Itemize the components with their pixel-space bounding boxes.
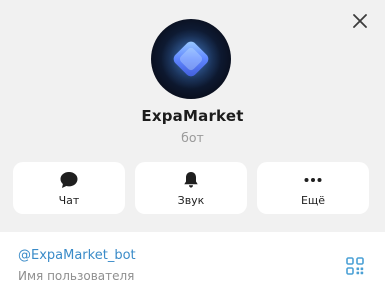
- qr-code-icon: [346, 257, 364, 275]
- bell-icon: [184, 172, 198, 188]
- more-button[interactable]: Ещё: [257, 162, 369, 214]
- qr-code-button[interactable]: [346, 257, 364, 275]
- close-icon: [353, 14, 367, 28]
- sound-button[interactable]: Звук: [135, 162, 247, 214]
- more-label: Ещё: [300, 194, 326, 207]
- sound-label: Звук: [177, 194, 205, 207]
- chat-label: Чат: [58, 194, 80, 207]
- chat-button[interactable]: Чат: [13, 162, 125, 214]
- profile-header: ExpaMarket бот Чат Звук Ещё: [0, 0, 385, 226]
- profile-name: ExpaMarket: [141, 107, 244, 125]
- username-section: @ExpaMarket_bot Имя пользователя: [0, 232, 385, 296]
- profile-role: бот: [181, 130, 204, 145]
- close-button[interactable]: [349, 10, 371, 32]
- more-dots-icon: [304, 178, 322, 182]
- avatar: [151, 19, 231, 99]
- chat-bubble-icon: [60, 172, 78, 188]
- username-link[interactable]: @ExpaMarket_bot: [18, 248, 136, 263]
- action-bar: Чат Звук Ещё: [13, 162, 369, 214]
- bot-logo-icon: [161, 29, 221, 89]
- username-caption: Имя пользователя: [18, 269, 135, 283]
